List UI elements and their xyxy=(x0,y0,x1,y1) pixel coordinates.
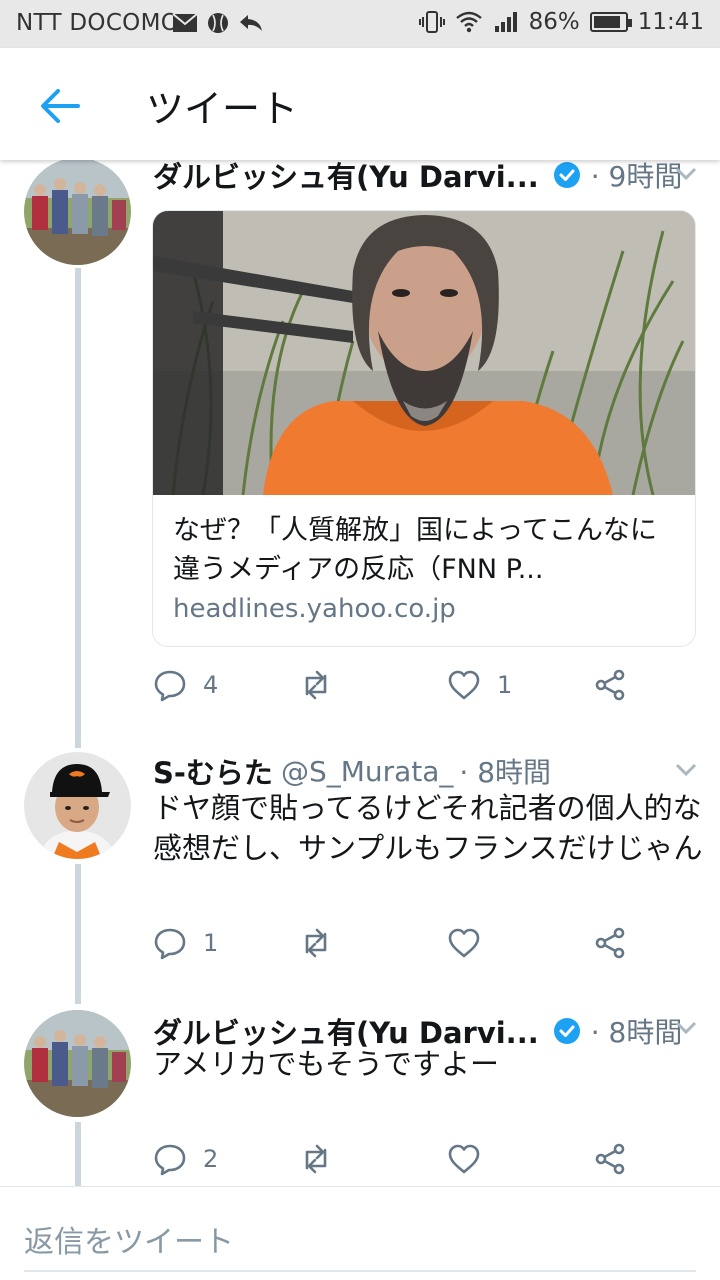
tweet-3[interactable]: ダルビッシュ有(Yu Darvi... · 8時間 アメリカでもそうですよー 2 xyxy=(0,1008,720,1192)
card-title: なぜ？「人質解放」国によってこんなに違うメディアの反応（FNN P... xyxy=(173,515,657,585)
tweet-text: ドヤ顔で貼ってるけどそれ記者の個人的な感想だし、サンプルもフランスだけじゃん xyxy=(153,791,703,865)
status-bar: NTT DOCOMO 86% 11:41 xyxy=(0,0,720,48)
reply-count: 1 xyxy=(203,929,219,957)
retweet-button[interactable] xyxy=(299,1142,333,1176)
thread-line xyxy=(75,1122,81,1192)
heart-icon xyxy=(448,1144,480,1174)
user-handle[interactable]: @S_Murata_ xyxy=(281,755,453,788)
tweet-actions: 4 1 xyxy=(153,668,653,708)
chevron-down-icon[interactable] xyxy=(674,1020,698,1036)
reply-button[interactable]: 2 xyxy=(153,1142,218,1176)
retweet-icon xyxy=(305,670,327,700)
battery-fill xyxy=(593,16,620,28)
reply-icon xyxy=(154,928,186,960)
retweet-icon xyxy=(305,928,327,958)
battery-percent: 86% xyxy=(528,9,580,35)
thread-line xyxy=(75,268,81,748)
card-domain: headlines.yahoo.co.jp xyxy=(173,594,456,624)
reply-button[interactable]: 4 xyxy=(153,668,218,702)
verified-badge-icon xyxy=(553,1018,580,1044)
tweet-header: S-むらた @S_Murata_ · 8時間 xyxy=(153,750,551,792)
reply-button[interactable]: 1 xyxy=(153,926,218,960)
retweet-button[interactable] xyxy=(299,926,333,960)
clock: 11:41 xyxy=(637,9,704,35)
app-bar: ツイート xyxy=(0,48,720,160)
tweet-actions: 1 xyxy=(153,926,653,966)
baseball-icon xyxy=(208,13,228,33)
tweet-header: ダルビッシュ有(Yu Darvi... · 9時間 xyxy=(153,154,682,196)
carrier-label: NTT DOCOMO xyxy=(16,10,180,36)
page-title: ツイート xyxy=(146,87,299,131)
verified-badge-icon xyxy=(553,162,580,188)
share-button[interactable] xyxy=(593,668,627,702)
reply-count: 2 xyxy=(203,1145,219,1173)
chevron-down-icon[interactable] xyxy=(674,762,698,778)
thread-line xyxy=(75,864,81,1004)
tweet-2[interactable]: S-むらた @S_Murata_ · 8時間 ドヤ顔で貼ってるけどそれ記者の個人… xyxy=(0,750,720,1004)
heart-icon xyxy=(448,670,480,700)
reply-input[interactable]: 返信をツイート xyxy=(24,1217,234,1261)
system-icons: 86% 11:41 xyxy=(418,9,704,35)
signal-icon xyxy=(494,12,517,32)
reply-bar: 返信をツイート xyxy=(0,1186,720,1280)
share-button[interactable] xyxy=(593,1142,627,1176)
tweet-actions: 2 xyxy=(153,1142,653,1182)
retweet-icon xyxy=(305,1144,327,1174)
chevron-down-icon[interactable] xyxy=(674,166,698,182)
mail-icon xyxy=(172,13,198,32)
tweet-text: アメリカでもそうですよー xyxy=(153,1047,499,1081)
like-count: 1 xyxy=(497,671,513,699)
avatar[interactable] xyxy=(24,158,131,265)
vibrate-icon xyxy=(418,11,445,33)
display-name[interactable]: ダルビッシュ有(Yu Darvi... xyxy=(153,154,539,196)
reply-arrow-icon xyxy=(240,15,262,31)
share-icon xyxy=(595,1143,625,1175)
wifi-icon xyxy=(455,11,482,33)
heart-icon xyxy=(448,928,480,958)
input-underline xyxy=(24,1270,696,1272)
avatar[interactable] xyxy=(24,1010,131,1117)
link-card[interactable]: なぜ？「人質解放」国によってこんなに違うメディアの反応（FNN P... hea… xyxy=(152,210,696,647)
share-button[interactable] xyxy=(593,926,627,960)
share-icon xyxy=(595,927,625,959)
reply-icon xyxy=(154,1144,186,1176)
reply-count: 4 xyxy=(203,671,219,699)
reply-icon xyxy=(154,670,186,702)
tweet-1[interactable]: ダルビッシュ有(Yu Darvi... · 9時間 なぜ？「人質解放」国によって… xyxy=(0,158,720,748)
tweet-time: · 8時間 xyxy=(459,756,552,789)
display-name[interactable]: S-むらた xyxy=(153,750,273,792)
back-arrow-icon[interactable] xyxy=(38,86,82,126)
like-button[interactable]: 1 xyxy=(447,668,512,702)
notification-icons xyxy=(172,11,264,35)
retweet-button[interactable] xyxy=(299,668,333,702)
card-image xyxy=(153,211,695,495)
avatar[interactable] xyxy=(24,752,131,859)
battery-icon xyxy=(589,12,632,32)
like-button[interactable] xyxy=(447,926,481,960)
share-icon xyxy=(595,669,625,701)
like-button[interactable] xyxy=(447,1142,481,1176)
tweet-time: · 9時間 xyxy=(590,160,683,193)
